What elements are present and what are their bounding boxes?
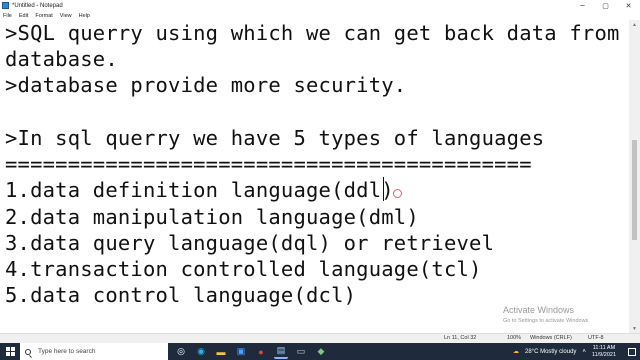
text-line: 3.data query language(dql) or retrievel bbox=[5, 231, 495, 255]
scroll-down-icon[interactable]: ▼ bbox=[629, 324, 640, 333]
maximize-button[interactable]: ▢ bbox=[594, 0, 617, 11]
store-icon[interactable]: ▣ bbox=[234, 345, 248, 359]
text-line: 5.data control language(dcl) bbox=[5, 283, 357, 307]
status-bar: Ln 11, Col 32 100% Windows (CRLF) UTF-8 bbox=[0, 333, 640, 343]
menu-format[interactable]: Format bbox=[35, 13, 52, 19]
tray-chevron-icon[interactable]: ˄ bbox=[582, 349, 586, 355]
window-title: *Untitled - Notepad bbox=[12, 2, 63, 9]
clock-date: 11/9/2021 bbox=[591, 351, 616, 358]
menu-view[interactable]: View bbox=[60, 13, 72, 19]
scroll-thumb[interactable] bbox=[632, 140, 637, 240]
text-line: 1.data definition language(ddl) bbox=[5, 178, 394, 202]
start-button[interactable] bbox=[0, 343, 20, 360]
notepad-window: *Untitled - Notepad ─ ▢ ✕ File Edit Form… bbox=[0, 0, 640, 343]
cursor-position: Ln 11, Col 32 bbox=[444, 335, 477, 341]
task-view-icon[interactable]: ◎ bbox=[174, 345, 188, 359]
cmd-icon[interactable]: ▭ bbox=[294, 345, 308, 359]
menu-help[interactable]: Help bbox=[79, 13, 90, 19]
weather-text[interactable]: 28°C Mostly cloudy bbox=[525, 349, 576, 355]
vertical-scrollbar[interactable]: ▲ ▼ bbox=[629, 20, 640, 333]
search-icon bbox=[25, 348, 31, 355]
app-icon[interactable]: ◆ bbox=[314, 345, 328, 359]
menu-bar: File Edit Format View Help bbox=[0, 11, 640, 20]
text-line: 2.data manipulation language(dml) bbox=[5, 205, 419, 229]
text-editor[interactable]: >SQL querry using which we can get back … bbox=[0, 20, 629, 333]
line-ending: Windows (CRLF) bbox=[530, 335, 572, 341]
text-line: >database provide more security. bbox=[5, 73, 407, 97]
scroll-up-icon[interactable]: ▲ bbox=[629, 20, 640, 29]
zoom-level: 100% bbox=[507, 335, 522, 341]
edge-icon[interactable]: ◉ bbox=[194, 345, 208, 359]
text-line: ========================================… bbox=[5, 152, 532, 176]
notification-icon[interactable] bbox=[628, 347, 636, 356]
activate-windows-title: Activate Windows bbox=[503, 305, 575, 315]
notepad-taskbar-icon[interactable]: ▤ bbox=[274, 345, 288, 359]
weather-icon[interactable]: ☁ bbox=[513, 348, 519, 355]
close-button[interactable]: ✕ bbox=[617, 0, 640, 11]
notepad-icon bbox=[2, 2, 9, 9]
system-tray: ☁ 28°C Mostly cloudy ˄ 11:11 AM 11/9/202… bbox=[513, 343, 640, 360]
text-line: >In sql querry we have 5 types of langua… bbox=[5, 126, 545, 150]
clock[interactable]: 11:11 AM 11/9/2021 bbox=[592, 345, 616, 359]
taskbar-search[interactable]: Type here to search bbox=[20, 343, 168, 360]
menu-edit[interactable]: Edit bbox=[19, 13, 28, 19]
chrome-icon[interactable]: ● bbox=[254, 345, 268, 359]
mouse-cursor-icon bbox=[393, 189, 402, 198]
text-line: >SQL querry using which we can get back … bbox=[5, 21, 620, 45]
activate-windows-subtitle: Go to Settings to activate Windows. bbox=[503, 318, 590, 324]
window-controls: ─ ▢ ✕ bbox=[571, 0, 640, 11]
menu-file[interactable]: File bbox=[3, 13, 12, 19]
windows-logo-icon bbox=[5, 347, 15, 356]
file-explorer-icon[interactable]: ▬ bbox=[214, 345, 228, 359]
text-line: database. bbox=[5, 47, 118, 71]
text-caret bbox=[383, 177, 384, 201]
text-line: 4.transaction controlled language(tcl) bbox=[5, 257, 482, 281]
clock-time: 11:11 AM bbox=[592, 344, 616, 351]
minimize-button[interactable]: ─ bbox=[571, 0, 594, 11]
search-placeholder: Type here to search bbox=[38, 348, 96, 355]
title-bar[interactable]: *Untitled - Notepad ─ ▢ ✕ bbox=[0, 0, 640, 11]
encoding: UTF-8 bbox=[588, 335, 604, 341]
